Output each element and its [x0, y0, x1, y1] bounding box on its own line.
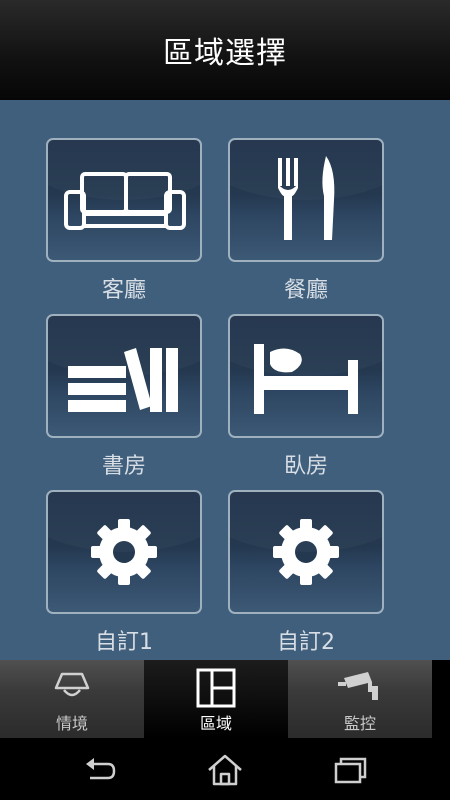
zone-tile-custom-1[interactable] [46, 490, 202, 614]
bottom-tab-bar: 情境 區域 監控 [0, 660, 450, 738]
tab-scene[interactable]: 情境 [0, 660, 144, 738]
system-nav-bar [0, 738, 450, 800]
zone-label: 書房 [101, 454, 146, 479]
recent-apps-icon [334, 757, 367, 784]
floorplan-icon [196, 668, 236, 708]
tab-monitor[interactable]: 監控 [288, 660, 432, 738]
zone-label: 客廳 [101, 278, 146, 303]
zone-tile-custom-2[interactable] [228, 490, 384, 614]
sofa-icon [64, 172, 186, 230]
tab-zone[interactable]: 區域 [144, 660, 288, 738]
gear-icon [273, 519, 339, 585]
zone-label: 臥房 [283, 454, 328, 479]
lamp-icon [54, 672, 90, 697]
recent-apps-button[interactable] [330, 754, 370, 786]
zone-tile-bedroom[interactable] [228, 314, 384, 438]
books-icon [68, 348, 178, 412]
back-button[interactable] [80, 754, 120, 786]
gear-icon [91, 519, 157, 585]
zone-tile-dining-room[interactable] [228, 138, 384, 262]
back-icon [86, 758, 116, 780]
home-icon [208, 754, 242, 786]
app-header: 區域選擇 [0, 0, 450, 100]
zone-tile-living-room[interactable] [46, 138, 202, 262]
home-button[interactable] [205, 754, 245, 786]
tab-label: 區域 [199, 714, 232, 733]
tab-label: 監控 [343, 714, 376, 733]
tab-label: 情境 [55, 714, 88, 733]
zone-tile-study[interactable] [46, 314, 202, 438]
tab-bar-filler [432, 660, 450, 738]
page-title: 區域選擇 [163, 36, 287, 71]
zone-grid: 客廳 餐廳 書房 臥房 自訂1 自訂2 [0, 100, 450, 660]
fork-knife-icon [278, 156, 335, 240]
zone-label: 自訂1 [95, 630, 153, 655]
camera-icon [338, 672, 378, 700]
bed-icon [254, 344, 358, 414]
zone-label: 自訂2 [277, 630, 335, 655]
zone-label: 餐廳 [283, 278, 328, 303]
